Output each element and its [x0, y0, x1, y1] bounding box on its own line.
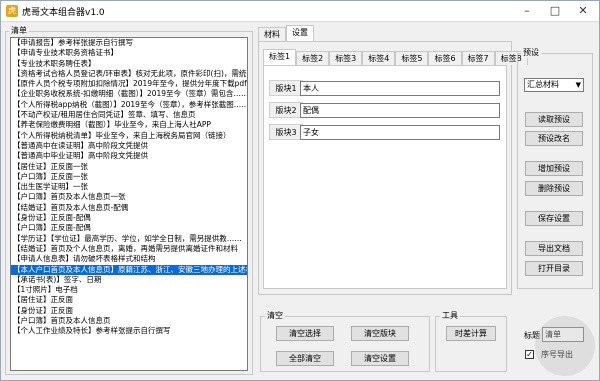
title-bar: 虎 虎哥文本组合器v1.0 – □ ✕ — [1, 1, 599, 22]
tab-materials[interactable]: 材料 — [258, 27, 286, 41]
list-item[interactable]: 【企业职务收税系统-扣缴明细（截图）】2019至今（签章）需包含…… — [11, 89, 247, 99]
block-2-input[interactable]: 配偶 — [300, 103, 500, 118]
read-preset-button[interactable]: 读取预设 — [525, 112, 583, 127]
list-item[interactable]: 【1寸照片】电子档 — [11, 285, 247, 295]
list-item[interactable]: 【出生医学证明】一张 — [11, 182, 247, 192]
inner-tab-panel — [263, 65, 507, 289]
tools-group-label: 工具 — [440, 310, 460, 321]
list-item[interactable]: 【居住证】正反面一张 — [11, 162, 247, 172]
list-item[interactable]: 【资格考试合格人员登记表/环审表】核对无此项，原件彩印(扫)，需统一 — [11, 69, 247, 79]
list-item[interactable]: 【居住证】正反面 — [11, 295, 247, 305]
export-doc-button[interactable]: 导出文档 — [525, 241, 583, 256]
list-item[interactable]: 【普通高中在读证明】高中阶段文凭提供 — [11, 141, 247, 151]
clear-selection-button[interactable]: 清空选择 — [276, 326, 334, 341]
list-item[interactable]: 【普通高中毕业证明】高中阶段文凭提供 — [11, 151, 247, 161]
watermark-overlay — [535, 316, 595, 376]
time-calc-button[interactable]: 时差计算 — [446, 326, 496, 341]
list-item[interactable]: 【申请专业技术职务资格证书】 — [11, 48, 247, 58]
clear-blocks-button[interactable]: 清空版块 — [351, 326, 409, 341]
rename-preset-button[interactable]: 预设改名 — [525, 131, 583, 146]
block-3-input[interactable]: 子女 — [300, 125, 500, 140]
chevron-down-icon[interactable]: ▼ — [576, 79, 581, 91]
inner-tab-7[interactable]: 标签7 — [461, 51, 495, 65]
maximize-icon[interactable]: □ — [541, 1, 569, 21]
material-list[interactable]: 【申请报告】参考样张提示自行撰写 【申请专业技术职务资格证书】 【专业技术职务聘任表… — [10, 37, 248, 371]
inner-tab-6[interactable]: 标签6 — [428, 51, 462, 65]
list-item[interactable]: 【个人所得税纳税清单】毕业至今，来自上海税务局官网（链接） — [11, 131, 247, 141]
save-settings-button[interactable]: 保存设置 — [525, 211, 583, 226]
add-preset-button[interactable]: 增加预设 — [525, 161, 583, 176]
list-item[interactable]: 【学历证】【学位证】最高学历、学位，如学全日制，需另提供教…… — [11, 234, 247, 244]
block-3-label: 版块3 — [269, 124, 303, 140]
list-item[interactable]: 【身份证】正反面 — [11, 306, 247, 316]
list-item[interactable]: 【原件人员个税专项附加扣除情况】2019年至今，提供分年度下载pdf原件…… — [11, 79, 247, 89]
list-item[interactable]: 【身份证】正反面-配偶 — [11, 213, 247, 223]
block-1-input[interactable]: 本人 — [300, 81, 500, 96]
close-icon[interactable]: ✕ — [569, 1, 597, 21]
list-item[interactable]: 【个人工作业绩及特长】参考样张提示自行撰写 — [11, 326, 247, 336]
list-item[interactable]: 【户口簿】正反面-配偶 — [11, 223, 247, 233]
outer-tab-strip: 材料 设置 — [258, 25, 314, 41]
block-2-label: 版块2 — [269, 102, 303, 118]
list-item[interactable]: 【申请报告】参考样张提示自行撰写 — [11, 38, 247, 48]
list-group-label: 清单 — [9, 25, 29, 36]
seq-checkbox[interactable]: ✓ — [525, 350, 534, 359]
inner-tab-4[interactable]: 标签4 — [362, 51, 396, 65]
list-item[interactable]: 【个人所得税app纳税（截图）】2019至今（签章），参考样张截图…… — [11, 100, 247, 110]
list-item[interactable]: 【申请人信息表】请勿破坏表格样式和结构 — [11, 254, 247, 264]
preset-select-value: 汇总材料 — [527, 80, 559, 89]
block-1-label: 版块1 — [269, 80, 303, 96]
list-item[interactable]: 【养老保险缴费明细（截图）】毕业至今，来自上海人社APP — [11, 120, 247, 130]
list-item[interactable]: 【承诺书(表)】签字、日期 — [11, 275, 247, 285]
list-item[interactable]: 【结婚证】首页及本人信息页-配偶 — [11, 203, 247, 213]
app-window: 虎 虎哥文本组合器v1.0 – □ ✕ 清单 【申请报告】参考样张提示自行撰写【… — [0, 0, 600, 381]
preset-select[interactable]: 汇总材料 ▼ — [524, 78, 584, 92]
inner-tab-1[interactable]: 标签1 — [263, 49, 297, 65]
clear-all-button[interactable]: 全部清空 — [276, 351, 334, 366]
minimize-icon[interactable]: – — [513, 1, 541, 21]
list-item[interactable]: 【户口簿】首页及本人信息页一张 — [11, 192, 247, 202]
open-dir-button[interactable]: 打开目录 — [525, 261, 583, 276]
list-item[interactable]: 【专业技术职务聘任表】 — [11, 59, 247, 69]
list-item[interactable]: 【不动产权证/租用居住合同凭证】签章、填写、信息页 — [11, 110, 247, 120]
list-item[interactable]: 【本人户口首页及本人信息页】原籍江苏、浙江、安徽三地办理的上述材料 — [11, 264, 247, 275]
tab-settings[interactable]: 设置 — [286, 25, 314, 41]
inner-tab-strip: 标签1 标签2 标签3 标签4 标签5 标签6 标签7 标签8 — [263, 49, 528, 65]
inner-tab-2[interactable]: 标签2 — [296, 51, 330, 65]
window-title: 虎哥文本组合器v1.0 — [22, 8, 105, 18]
inner-tab-5[interactable]: 标签5 — [395, 51, 429, 65]
app-logo-icon: 虎 — [6, 5, 18, 17]
clear-settings-button[interactable]: 清空设置 — [351, 351, 409, 366]
preset-group-label: 预设 — [521, 47, 541, 58]
list-item[interactable]: 【户口簿】首页及本人信息页 — [11, 316, 247, 326]
delete-preset-button[interactable]: 删除预设 — [525, 181, 583, 196]
list-item[interactable]: 【结婚证】首页及个人信息页，离婚，再婚需另提供离婚证件和材料 — [11, 244, 247, 254]
clear-group-label: 清空 — [265, 310, 285, 321]
inner-tab-3[interactable]: 标签3 — [329, 51, 363, 65]
tools-group — [435, 316, 507, 372]
list-item[interactable]: 【户口簿】正反面一张 — [11, 172, 247, 182]
